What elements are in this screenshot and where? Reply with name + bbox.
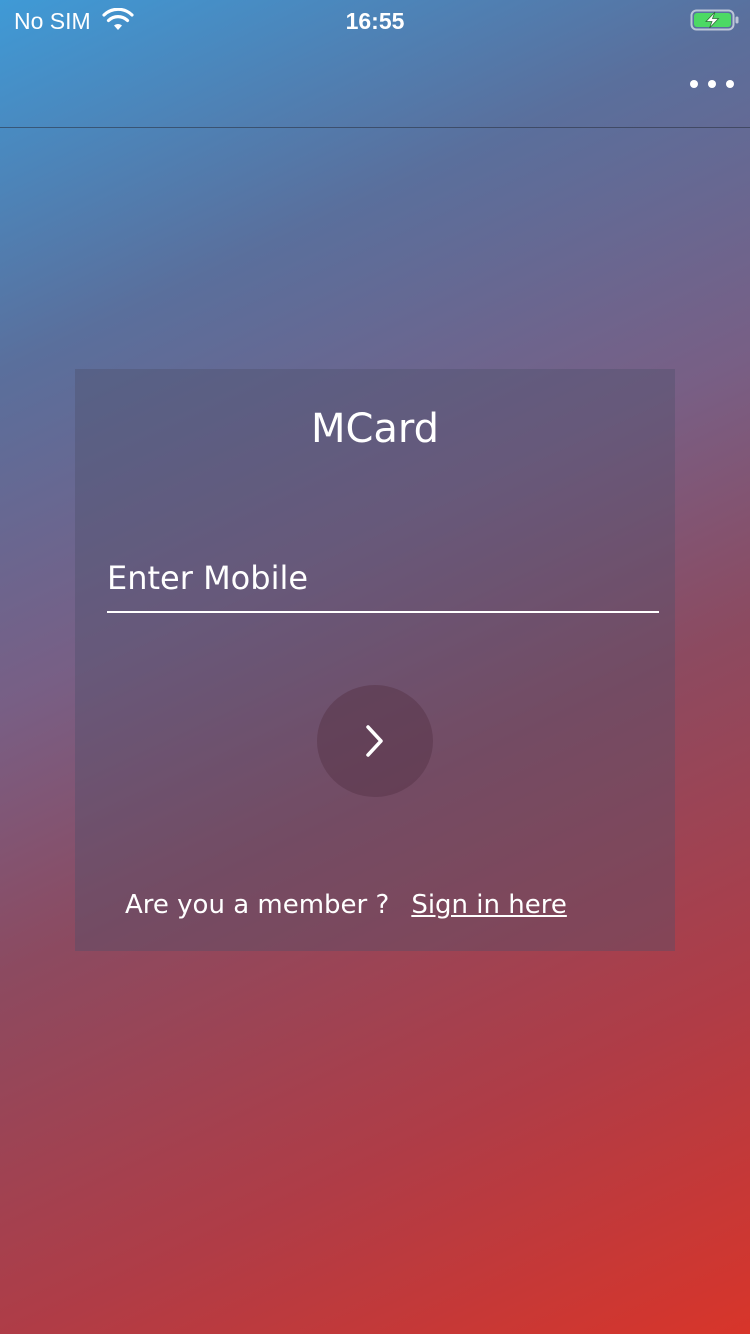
sign-in-link[interactable]: Sign in here (411, 890, 567, 920)
status-bar: No SIM 16:55 (0, 0, 750, 40)
login-card (75, 369, 675, 951)
more-horizontal-icon (726, 80, 734, 88)
more-horizontal-icon (690, 80, 698, 88)
battery-charging-icon (690, 9, 739, 31)
mobile-number-input[interactable] (107, 545, 659, 613)
member-prompt-row: Are you a member ? Sign in here (125, 888, 567, 922)
clock-time: 16:55 (345, 8, 405, 34)
navigation-bar (0, 40, 750, 128)
chevron-right-icon (366, 725, 383, 757)
next-button[interactable] (317, 685, 433, 797)
member-prompt-text: Are you a member ? (125, 890, 390, 920)
app-title: MCard (310, 406, 440, 452)
more-horizontal-icon (708, 80, 716, 88)
more-options-button[interactable] (690, 70, 734, 98)
